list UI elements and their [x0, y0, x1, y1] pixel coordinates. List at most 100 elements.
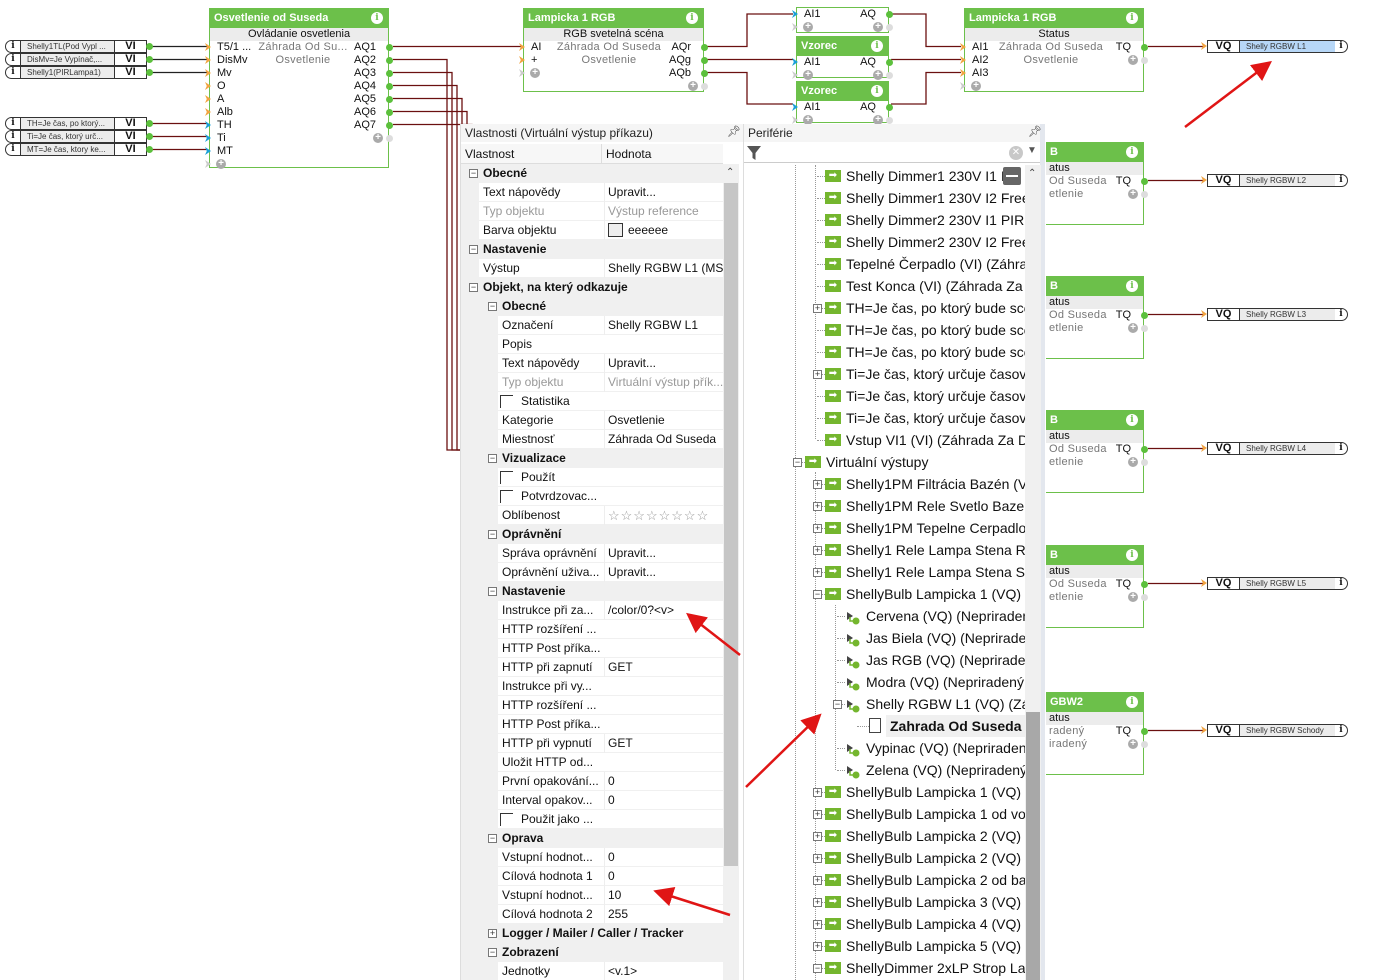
info-icon[interactable]: i: [1335, 175, 1347, 186]
tree-item[interactable]: + ➡ TH=Je čas, po ktorý bude scé: [744, 297, 1025, 319]
property-row[interactable]: HTTP při zapnutí GET: [461, 658, 723, 677]
output-port[interactable]: [146, 69, 153, 76]
tree-item[interactable]: Zahrada Od Suseda: [744, 715, 1025, 737]
block-header[interactable]: Osvetlenie od Suseda: [210, 9, 388, 28]
property-row[interactable]: Statistika: [461, 392, 723, 411]
tree-item[interactable]: + ➡ Shelly1PM Tepelne Cerpadlo: [744, 517, 1025, 539]
output-port[interactable]: [386, 57, 393, 64]
function-block[interactable]: Bi atus Od Suseda etlenie TQ +: [1046, 545, 1148, 628]
output-port[interactable]: [701, 44, 708, 51]
block-header[interactable]: Lampicka 1 RGB: [965, 9, 1143, 28]
property-row[interactable]: Typ objektu Virtuální výstup přík...: [461, 373, 723, 392]
expand-icon[interactable]: +: [813, 502, 822, 511]
output-port[interactable]: [146, 133, 153, 140]
vi-input[interactable]: i Shelly1TL(Pod Vypl ... VI: [5, 40, 147, 53]
property-row[interactable]: Typ objektu Výstup reference: [461, 202, 723, 221]
tree-item[interactable]: + ➡ Shelly1PM Filtrácia Bazén (VQ: [744, 473, 1025, 495]
property-row[interactable]: Kategorie Osvetlenie: [461, 411, 723, 430]
property-row[interactable]: HTTP při vypnutí GET: [461, 734, 723, 753]
output-port[interactable]: [386, 109, 393, 116]
expand-icon[interactable]: +: [813, 370, 822, 379]
property-category[interactable]: + Logger / Mailer / Caller / Tracker: [461, 924, 723, 943]
tree-item[interactable]: Modra (VQ) (Nepriradený,: [744, 671, 1025, 693]
vi-input[interactable]: i DisMv=Je Vypínač,... VI: [5, 53, 147, 66]
collapse-icon[interactable]: −: [488, 834, 497, 843]
property-row[interactable]: Jednotky <v.1>: [461, 962, 723, 980]
output-port[interactable]: [886, 24, 893, 31]
output-port[interactable]: [146, 120, 153, 127]
function-block[interactable]: Osvetlenie od Suseda i Ovládanie osvetleni…: [205, 8, 393, 169]
collapse-icon[interactable]: −: [469, 283, 478, 292]
vi-input[interactable]: i TH=Je čas, po ktorý... VI: [5, 117, 147, 130]
property-value[interactable]: Upravit...: [604, 354, 723, 373]
info-icon[interactable]: i: [1126, 146, 1138, 158]
checkbox[interactable]: [500, 813, 513, 826]
color-swatch[interactable]: [608, 223, 623, 237]
output-port[interactable]: [1141, 741, 1148, 748]
pin-icon[interactable]: 📌︎: [1028, 125, 1042, 138]
property-row[interactable]: HTTP Post příka...: [461, 639, 723, 658]
property-row[interactable]: Instrukce při za... /color/0?<v>: [461, 601, 723, 620]
output-port[interactable]: [1141, 459, 1148, 466]
collapse-icon[interactable]: −: [469, 169, 478, 178]
info-icon[interactable]: i: [1335, 309, 1347, 320]
property-row[interactable]: Použit jako ...: [461, 810, 723, 829]
property-value[interactable]: <v.1>: [604, 962, 723, 980]
property-row[interactable]: Oblíbenost ☆☆☆☆☆☆☆☆: [461, 506, 723, 525]
wire[interactable]: [891, 13, 961, 48]
scroll-up-icon[interactable]: ⌃: [726, 167, 734, 178]
function-block[interactable]: Vzorec i AI1 + AQ +: [792, 81, 893, 125]
collapse-icon[interactable]: −: [469, 245, 478, 254]
output-port[interactable]: [1141, 594, 1148, 601]
collapse-icon[interactable]: −: [488, 587, 497, 596]
tree-item[interactable]: Vypinac (VQ) (Nepriradený: [744, 737, 1025, 759]
checkbox[interactable]: [500, 471, 513, 484]
property-row[interactable]: Text nápovědy Upravit...: [461, 354, 723, 373]
scroll-up-icon[interactable]: ⌃: [1028, 168, 1036, 179]
property-row[interactable]: Označení Shelly RGBW L1: [461, 316, 723, 335]
vq-output[interactable]: VQ Shelly RGBW L4 i: [1207, 442, 1348, 455]
add-input-icon[interactable]: +: [803, 22, 813, 32]
output-port[interactable]: [1141, 44, 1148, 51]
output-port[interactable]: [386, 122, 393, 129]
output-port[interactable]: [701, 57, 708, 64]
tree-item[interactable]: Jas Biela (VQ) (Nepriradený: [744, 627, 1025, 649]
function-block[interactable]: Bi atus Od Suseda etlenie TQ +: [1046, 142, 1148, 225]
tree-item[interactable]: + ➡ Shelly1 Rele Lampa Stena Str: [744, 561, 1025, 583]
tree-item[interactable]: ➡ Ti=Je čas, ktorý určuje časovú: [744, 407, 1025, 429]
function-block[interactable]: Vzorec i AI1 + AQ +: [792, 36, 893, 80]
clear-filter-icon[interactable]: ✕: [1009, 146, 1023, 160]
property-category[interactable]: − Nastavenie: [461, 240, 723, 259]
tree-item[interactable]: + ➡ ShellyBulb Lampicka 3 (VQ) (Z: [744, 891, 1025, 913]
pin-icon[interactable]: 📌︎: [727, 125, 741, 138]
tree-item[interactable]: Jas RGB (VQ) (Nepriradený: [744, 649, 1025, 671]
vi-input[interactable]: i MT=Je čas, ktory ke... VI: [5, 143, 147, 156]
vq-output[interactable]: VQ Shelly RGBW L5 i: [1207, 577, 1348, 590]
output-port[interactable]: [386, 135, 393, 142]
add-output-icon[interactable]: +: [1128, 457, 1138, 467]
add-output-icon[interactable]: +: [1128, 55, 1138, 65]
vi-input[interactable]: i Shelly1(PIRLampa1) VI: [5, 66, 147, 79]
tree-item[interactable]: − Shelly RGBW L1 (VQ) (Záh: [744, 693, 1025, 715]
property-value[interactable]: 255: [604, 905, 723, 924]
wire[interactable]: [706, 13, 793, 48]
output-port[interactable]: [701, 83, 708, 90]
tree-item[interactable]: ➡ Tepelné Čerpadlo (VI) (Záhrad: [744, 253, 1025, 275]
expand-icon[interactable]: +: [813, 304, 822, 313]
output-port[interactable]: [1141, 178, 1148, 185]
vq-output[interactable]: VQ Shelly RGBW L3 i: [1207, 308, 1348, 321]
tree-item[interactable]: + ➡ ShellyBulb Lampicka 2 (VQ) (Z: [744, 847, 1025, 869]
output-port[interactable]: [886, 59, 893, 66]
output-port[interactable]: [886, 117, 893, 124]
property-row[interactable]: První opakování... 0: [461, 772, 723, 791]
tree-item[interactable]: ➡ Ti=Je čas, ktorý určuje časovú: [744, 385, 1025, 407]
property-value[interactable]: Shelly RGBW L1: [604, 316, 723, 335]
output-port[interactable]: [1141, 57, 1148, 64]
property-row[interactable]: Cílová hodnota 2 255: [461, 905, 723, 924]
property-value[interactable]: 0: [604, 848, 723, 867]
property-category[interactable]: − Vizualizace: [461, 449, 723, 468]
property-value[interactable]: Záhrada Od Suseda: [604, 430, 723, 449]
info-icon[interactable]: i: [1126, 280, 1138, 292]
property-value[interactable]: Virtuální výstup přík...: [604, 373, 723, 392]
wire[interactable]: [393, 84, 460, 451]
